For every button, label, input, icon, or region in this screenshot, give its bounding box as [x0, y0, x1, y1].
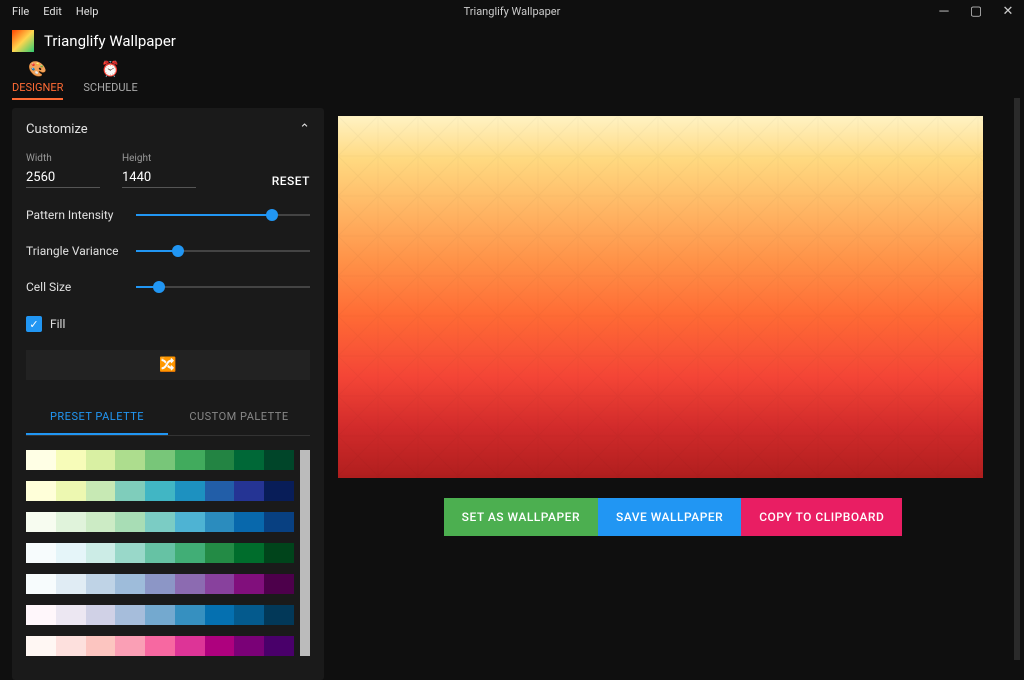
pattern-intensity-slider[interactable]	[136, 214, 310, 216]
section-title: Customize	[26, 122, 88, 137]
palette-row[interactable]	[26, 574, 294, 594]
content-area: SET AS WALLPAPER SAVE WALLPAPER COPY TO …	[338, 108, 1024, 680]
reset-button[interactable]: RESET	[272, 174, 310, 188]
customize-header[interactable]: Customize ⌃	[26, 122, 310, 137]
app-header: Trianglify Wallpaper	[0, 22, 1024, 60]
cell-size-slider[interactable]	[136, 286, 310, 288]
chevron-up-icon: ⌃	[299, 122, 310, 137]
pattern-intensity-label: Pattern Intensity	[26, 208, 124, 222]
fill-checkbox[interactable]: ✓	[26, 316, 42, 332]
shuffle-button[interactable]: 🔀	[26, 350, 310, 380]
palette-row[interactable]	[26, 512, 294, 532]
window-title: Trianglify Wallpaper	[464, 5, 561, 18]
palette-row[interactable]	[26, 450, 294, 470]
palette-icon: 🎨	[28, 60, 47, 78]
app-icon	[12, 30, 34, 52]
sidebar: Customize ⌃ Width Height RESET Pattern I…	[12, 108, 324, 680]
palette-row[interactable]	[26, 636, 294, 656]
fill-label: Fill	[50, 317, 65, 331]
menu-help[interactable]: Help	[70, 3, 105, 20]
width-input[interactable]	[26, 168, 100, 188]
tab-preset-palette[interactable]: PRESET PALETTE	[26, 400, 168, 435]
triangle-variance-label: Triangle Variance	[26, 244, 124, 258]
tab-designer[interactable]: 🎨 DESIGNER	[12, 60, 63, 100]
tab-custom-palette[interactable]: CUSTOM PALETTE	[168, 400, 310, 435]
palette-scrollbar[interactable]	[300, 450, 310, 656]
minimize-button[interactable]: ─	[928, 0, 960, 22]
menu-file[interactable]: File	[6, 3, 35, 20]
palette-row[interactable]	[26, 605, 294, 625]
tab-label: SCHEDULE	[83, 81, 137, 94]
triangle-variance-slider[interactable]	[136, 250, 310, 252]
tab-schedule[interactable]: ⏰ SCHEDULE	[83, 60, 137, 100]
palette-list	[26, 450, 294, 656]
tab-label: DESIGNER	[12, 81, 63, 94]
set-wallpaper-button[interactable]: SET AS WALLPAPER	[444, 498, 598, 536]
palette-row[interactable]	[26, 481, 294, 501]
wallpaper-preview	[338, 116, 983, 478]
width-label: Width	[26, 153, 100, 164]
maximize-button[interactable]: ▢	[960, 0, 992, 22]
height-input[interactable]	[122, 168, 196, 188]
palette-row[interactable]	[26, 543, 294, 563]
shuffle-icon: 🔀	[159, 357, 176, 373]
cell-size-label: Cell Size	[26, 280, 124, 294]
main-tabs: 🎨 DESIGNER ⏰ SCHEDULE	[0, 60, 1024, 108]
copy-clipboard-button[interactable]: COPY TO CLIPBOARD	[741, 498, 902, 536]
menubar: File Edit Help	[0, 3, 104, 20]
close-button[interactable]: ✕	[992, 0, 1024, 22]
clock-icon: ⏰	[101, 60, 120, 78]
save-wallpaper-button[interactable]: SAVE WALLPAPER	[598, 498, 741, 536]
height-label: Height	[122, 153, 196, 164]
window-controls: ─ ▢ ✕	[928, 0, 1024, 22]
main-scrollbar[interactable]	[1014, 98, 1020, 660]
app-title: Trianglify Wallpaper	[44, 32, 176, 50]
titlebar: File Edit Help Trianglify Wallpaper ─ ▢ …	[0, 0, 1024, 22]
menu-edit[interactable]: Edit	[37, 3, 68, 20]
